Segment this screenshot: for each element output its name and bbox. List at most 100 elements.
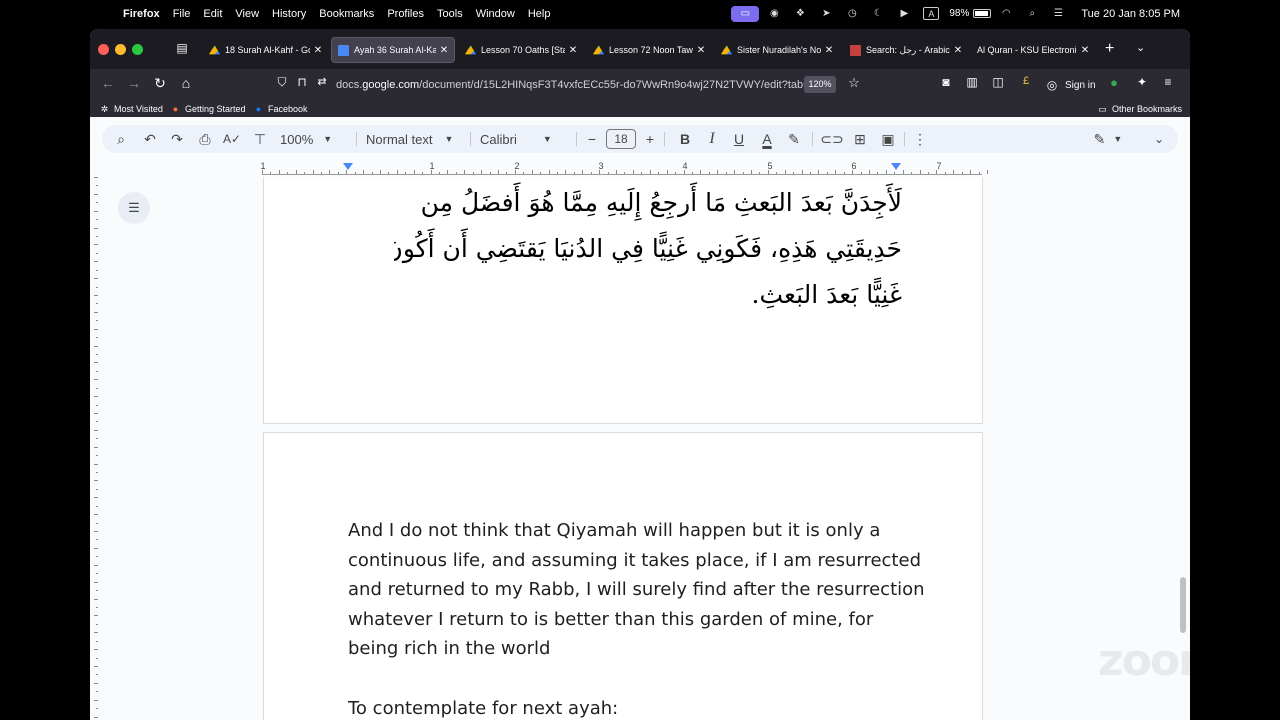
menu-edit[interactable]: Edit bbox=[203, 8, 222, 20]
bookmark-star-icon[interactable]: ☆ bbox=[844, 75, 864, 91]
tab-surah-al-kahf[interactable]: 18 Surah Al-Kahf - Go ✕ bbox=[203, 37, 328, 63]
paragraph-style-select[interactable]: Normal text ▼ bbox=[366, 125, 466, 153]
close-tab-icon[interactable]: ✕ bbox=[952, 45, 964, 56]
menu-hamburger-icon[interactable]: ≡ bbox=[1158, 75, 1178, 89]
wifi-icon[interactable]: ◠ bbox=[995, 6, 1017, 22]
url-text[interactable]: docs.google.com/document/d/15L2HINqsF3T4… bbox=[336, 79, 822, 91]
close-tab-icon[interactable]: ✕ bbox=[823, 45, 835, 56]
grammarly-icon[interactable]: ● bbox=[1104, 75, 1124, 90]
control-center-icon[interactable]: ☰ bbox=[1047, 6, 1069, 22]
menu-help[interactable]: Help bbox=[528, 8, 551, 20]
arabic-paragraph[interactable]: لَأَجِدَنَّ بَعدَ البَعثِ مَا أَرجِعُ إِ… bbox=[394, 180, 902, 318]
close-tab-icon[interactable]: ✕ bbox=[695, 45, 707, 56]
menu-tools[interactable]: Tools bbox=[437, 8, 463, 20]
decrease-font-size-icon[interactable]: − bbox=[582, 125, 602, 153]
app-menu[interactable]: Firefox bbox=[123, 8, 160, 20]
extensions-puzzle-icon[interactable]: ✦ bbox=[1132, 75, 1152, 89]
redo-icon[interactable]: ↷ bbox=[164, 125, 190, 153]
print-icon[interactable]: ⎙ bbox=[192, 125, 218, 153]
bold-icon[interactable]: B bbox=[672, 125, 698, 153]
tab-al-quran-ksu[interactable]: Al Quran - KSU Electronic ✕ bbox=[971, 37, 1095, 63]
forward-arrow-icon[interactable]: → bbox=[124, 75, 144, 91]
scrollbar-thumb[interactable] bbox=[1180, 577, 1186, 633]
link-icon[interactable]: ⊂⊃ bbox=[819, 125, 845, 153]
highlight-icon[interactable]: ✎ bbox=[781, 125, 807, 153]
sidebar-icon[interactable]: ◫ bbox=[988, 75, 1008, 89]
menu-view[interactable]: View bbox=[235, 8, 259, 20]
shield-icon[interactable]: ⛉ bbox=[272, 75, 292, 90]
bookmark-getting-started[interactable]: ● Getting Started bbox=[170, 101, 246, 117]
underline-icon[interactable]: U bbox=[726, 125, 752, 153]
menu-file[interactable]: File bbox=[173, 8, 191, 20]
lock-icon[interactable]: ⊓ bbox=[292, 75, 312, 89]
permissions-icon[interactable]: ⇄ bbox=[312, 75, 332, 88]
editing-mode-button[interactable]: ✎ ▼ bbox=[1088, 125, 1128, 153]
tab-sister-nuradilah[interactable]: Sister Nuradilah's Not ✕ bbox=[715, 37, 839, 63]
bookmark-facebook[interactable]: ● Facebook bbox=[253, 101, 308, 117]
minimize-window-button[interactable] bbox=[115, 44, 126, 55]
italic-icon[interactable]: I bbox=[699, 125, 725, 153]
close-tab-icon[interactable]: ✕ bbox=[1079, 45, 1091, 56]
zoom-level-badge[interactable]: 120% bbox=[804, 76, 836, 93]
document-page[interactable]: And I do not think that Qiyamah will hap… bbox=[263, 432, 983, 720]
dropbox-icon[interactable]: ❖ bbox=[789, 6, 811, 22]
time-machine-icon[interactable]: ◷ bbox=[841, 6, 863, 22]
firefox-icon: ● bbox=[172, 104, 179, 114]
new-tab-icon[interactable]: + bbox=[1105, 40, 1114, 58]
tab-lesson-72[interactable]: Lesson 72 Noon Tawk ✕ bbox=[587, 37, 711, 63]
ruler-tick bbox=[540, 172, 542, 174]
tab-lesson-70[interactable]: Lesson 70 Oaths [Sta ✕ bbox=[459, 37, 583, 63]
tab-overview-icon[interactable]: ▤ bbox=[174, 41, 190, 57]
left-indent-marker[interactable] bbox=[343, 163, 353, 170]
paint-format-icon[interactable]: ⊤ bbox=[247, 125, 273, 153]
font-size-input[interactable]: 18 bbox=[604, 125, 638, 153]
list-all-tabs-icon[interactable]: ⌄ bbox=[1136, 41, 1145, 54]
menu-profiles[interactable]: Profiles bbox=[387, 8, 424, 20]
library-icon[interactable]: ▥ bbox=[962, 75, 982, 89]
home-icon[interactable]: ⌂ bbox=[176, 75, 196, 91]
bookmark-other[interactable]: ▭ Other Bookmarks bbox=[1097, 101, 1182, 117]
collapse-menus-icon[interactable]: ⌄ bbox=[1146, 125, 1172, 153]
extension-icon[interactable]: £ bbox=[1016, 75, 1036, 87]
undo-icon[interactable]: ↶ bbox=[137, 125, 163, 153]
battery-icon[interactable] bbox=[973, 9, 992, 18]
sign-in-button[interactable]: ◎ Sign in bbox=[1045, 75, 1113, 95]
close-tab-icon[interactable]: ✕ bbox=[567, 45, 579, 56]
insert-image-icon[interactable]: ▣ bbox=[875, 125, 901, 153]
close-window-button[interactable] bbox=[98, 44, 109, 55]
zoom-select[interactable]: 100% ▼ bbox=[280, 125, 342, 153]
menu-clock[interactable]: Tue 20 Jan 8:05 PM bbox=[1081, 8, 1180, 20]
close-tab-icon[interactable]: ✕ bbox=[312, 45, 324, 56]
text-color-icon[interactable]: A bbox=[754, 125, 780, 153]
english-translation-paragraph[interactable]: And I do not think that Qiyamah will hap… bbox=[348, 516, 925, 720]
menu-window[interactable]: Window bbox=[476, 8, 515, 20]
menu-bookmarks[interactable]: Bookmarks bbox=[319, 8, 374, 20]
play-icon[interactable]: ▶ bbox=[893, 6, 915, 22]
document-outline-button[interactable]: ☰ bbox=[118, 192, 150, 224]
ruler-tick bbox=[363, 170, 365, 174]
right-indent-marker[interactable] bbox=[891, 163, 901, 170]
increase-font-size-icon[interactable]: + bbox=[640, 125, 660, 153]
font-select[interactable]: Calibri ▼ bbox=[480, 125, 572, 153]
menu-history[interactable]: History bbox=[272, 8, 306, 20]
address-bar[interactable]: ⛉ ⊓ ⇄ docs.google.com/document/d/15L2HIN… bbox=[266, 72, 870, 98]
screen-share-icon[interactable]: ▭ bbox=[731, 5, 760, 22]
screenshot-icon[interactable]: ◙ bbox=[936, 75, 956, 89]
document-page[interactable]: لَأَجِدَنَّ بَعدَ البَعثِ مَا أَرجِعُ إِ… bbox=[263, 177, 983, 424]
tab-ayah-36[interactable]: Ayah 36 Surah Al-Kahf ✕ bbox=[331, 37, 455, 63]
close-tab-icon[interactable]: ✕ bbox=[438, 45, 450, 56]
reload-icon[interactable]: ↻ bbox=[150, 75, 170, 92]
back-arrow-icon[interactable]: ← bbox=[98, 75, 118, 91]
night-mode-icon[interactable]: ☾ bbox=[867, 6, 889, 22]
send-icon[interactable]: ➤ bbox=[815, 6, 837, 22]
search-menus-icon[interactable]: ⌕ bbox=[108, 125, 134, 153]
spellcheck-icon[interactable]: A✓ bbox=[219, 125, 245, 153]
vpn-icon[interactable]: ◉ bbox=[763, 6, 785, 22]
add-comment-icon[interactable]: ⊞ bbox=[847, 125, 873, 153]
tab-arabic-search[interactable]: Search: رجل - Arabic A ✕ bbox=[844, 37, 968, 63]
spotlight-icon[interactable]: ⌕ bbox=[1021, 6, 1043, 22]
zoom-window-button[interactable] bbox=[132, 44, 143, 55]
more-options-icon[interactable]: ⋮ bbox=[910, 125, 930, 153]
input-source-icon[interactable]: A bbox=[923, 7, 940, 20]
bookmark-most-visited[interactable]: ✲ Most Visited bbox=[99, 101, 163, 117]
